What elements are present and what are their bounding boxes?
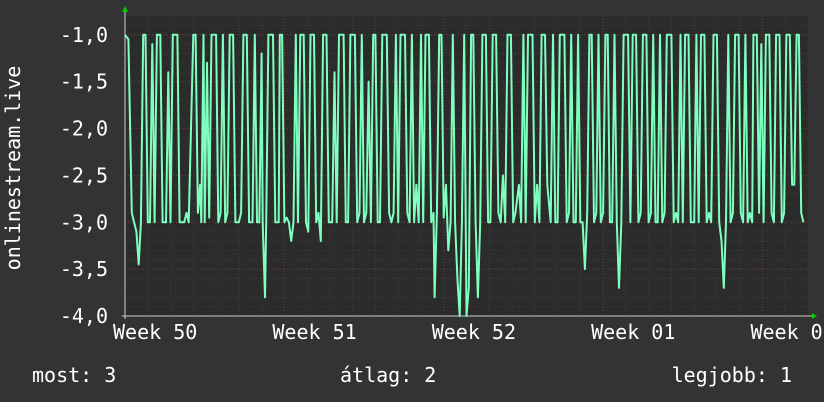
y-tick-label: -2,0 <box>60 117 108 141</box>
legend-current-value: most: 3 <box>32 363 117 387</box>
y-tick-label: -4,0 <box>60 304 108 328</box>
y-tick-label: -1,5 <box>60 70 108 94</box>
x-tick-label: Week 50 <box>113 320 197 344</box>
y-tick-label: -3,0 <box>60 210 108 234</box>
x-tick-label: Week 01 <box>591 320 675 344</box>
legend-average-value: átlag: 2 <box>340 363 437 387</box>
y-axis-label: onlinestream.live <box>1 66 25 271</box>
y-tick-label: -2,5 <box>60 163 108 187</box>
y-tick-label: -3,5 <box>60 257 108 281</box>
y-tick-label: -1,0 <box>60 23 108 47</box>
x-tick-label: Week 01 <box>750 320 824 344</box>
x-axis-arrow <box>812 313 817 319</box>
y-axis-arrow <box>122 6 128 12</box>
chart: -1,0 -1,5 -2,0 -2,5 -3,0 -3,5 -4,0Week 50 Week … <box>1 6 824 344</box>
x-tick-label: Week 51 <box>272 320 356 344</box>
x-tick-label: Week 52 <box>432 320 516 344</box>
legend-best-value: legjobb: 1 <box>671 363 792 387</box>
